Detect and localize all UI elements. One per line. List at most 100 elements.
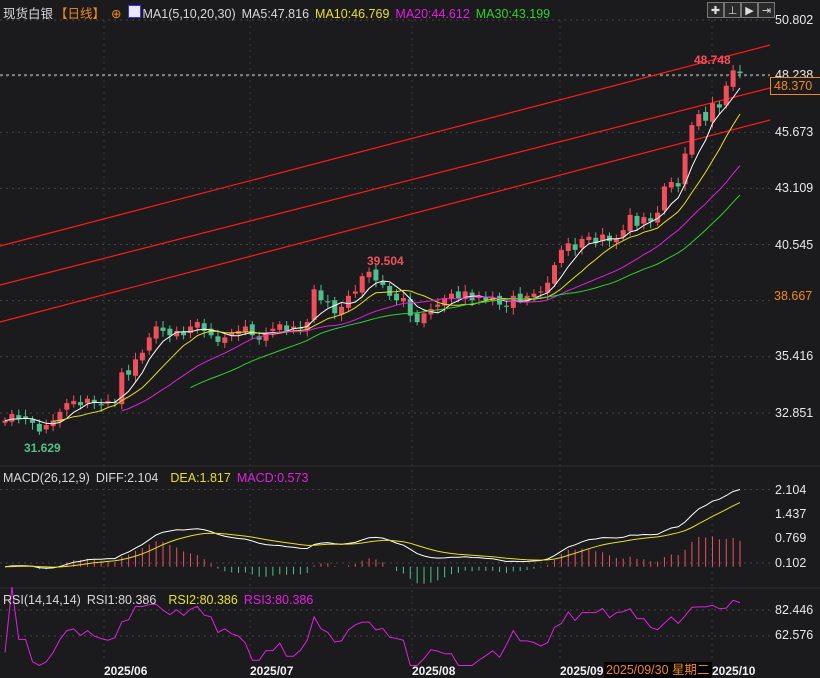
- candle-body: [613, 238, 619, 243]
- candle-body: [71, 400, 77, 405]
- candle-body: [345, 295, 351, 308]
- macd-tick: 0.769: [775, 531, 807, 545]
- candle-body: [153, 326, 159, 339]
- macd-legend: MACD(26,12,9) DIFF:2.104 DEA:1.817 MACD:0.5…: [3, 471, 314, 485]
- candle-body: [703, 111, 709, 121]
- high-price-label: 48.748: [694, 53, 731, 67]
- candle-body: [421, 313, 427, 324]
- candle-body: [675, 183, 681, 187]
- candle-body: [641, 217, 647, 224]
- instrument-name: 现货白银: [3, 7, 54, 21]
- candle-body: [284, 325, 290, 331]
- candle-body: [311, 289, 317, 320]
- candle-body: [64, 403, 70, 410]
- date-label: 2025/09: [560, 664, 604, 678]
- jump-end-icon[interactable]: ⇥: [758, 2, 775, 18]
- add-indicator-icon[interactable]: ⊕: [111, 7, 121, 21]
- ma-title: MA1(5,10,20,30): [142, 7, 236, 21]
- play-forward-icon[interactable]: ▶: [741, 2, 758, 18]
- candle-body: [723, 85, 729, 106]
- indicator-chart-icon[interactable]: [127, 5, 141, 18]
- chart-canvas[interactable]: [0, 0, 820, 678]
- candle-body: [552, 265, 558, 284]
- price-tick: 50.802: [775, 13, 814, 27]
- candle-body: [98, 404, 104, 406]
- candle-body: [270, 328, 276, 331]
- candle-body: [160, 327, 166, 331]
- candle-body: [538, 291, 544, 293]
- candle-body: [43, 425, 49, 430]
- candle-body: [579, 238, 585, 248]
- candle-body: [387, 286, 393, 296]
- candle-body: [606, 235, 612, 242]
- macd-dea: DEA:1.817: [170, 471, 231, 485]
- candle-body: [558, 249, 564, 264]
- candle-body: [9, 414, 15, 422]
- candle-body: [730, 70, 736, 87]
- candle-body: [503, 305, 509, 307]
- macd-tick: 0.102: [775, 556, 807, 570]
- rsi2-value: RSI2:80.386: [168, 593, 238, 607]
- candle-body: [380, 281, 386, 285]
- period-label[interactable]: 【日线】: [55, 7, 105, 21]
- price-tick: 40.545: [775, 238, 814, 252]
- candle-body: [627, 214, 633, 232]
- ma10-value: MA10:46.769: [315, 7, 390, 21]
- range-select-icon[interactable]: ⊥: [724, 2, 741, 18]
- candle-body: [414, 313, 420, 323]
- candle-body: [222, 337, 228, 343]
- candle-body: [668, 182, 674, 188]
- candle-body: [634, 215, 640, 226]
- macd-tick: 2.104: [775, 483, 807, 497]
- candle-body: [167, 328, 173, 336]
- diff-line: [4, 489, 741, 569]
- macd-title: MACD(26,12,9): [3, 471, 90, 485]
- candle-body: [318, 290, 324, 301]
- ma30-value: MA30:43.199: [475, 7, 551, 21]
- candle-body: [133, 359, 139, 376]
- ma20-line: [121, 165, 741, 412]
- ma20-value: MA20:44.612: [395, 7, 470, 21]
- candle-body: [531, 293, 537, 297]
- candle-body: [359, 276, 365, 293]
- candle-body: [16, 415, 22, 419]
- ma5-value: MA5:47.816: [241, 7, 310, 21]
- candle-body: [29, 419, 35, 423]
- candle-body: [572, 244, 578, 250]
- candle-body: [84, 398, 90, 404]
- candle-body: [400, 298, 406, 302]
- crosshair-date-label: 2025/09/30 星期二: [604, 662, 712, 678]
- candle-body: [689, 125, 695, 155]
- candle-body: [394, 293, 400, 301]
- candle-body: [716, 104, 722, 108]
- macd-value: MACD:0.573: [236, 471, 309, 485]
- main-legend: 现货白银 【日线】 ⊕ MA1(5,10,20,30) MA5:47.816 MA10:4…: [3, 3, 556, 22]
- candle-body: [565, 243, 571, 251]
- candle-body: [737, 71, 743, 74]
- macd-diff: DIFF:2.104: [95, 471, 159, 485]
- trend-line: [0, 119, 771, 323]
- crosshair-icon[interactable]: ✚: [707, 2, 724, 18]
- candle-body: [36, 423, 42, 432]
- rsi-tick: 62.576: [775, 628, 814, 642]
- candle-body: [586, 236, 592, 241]
- date-label: 2025/07: [250, 664, 294, 678]
- candle-body: [325, 301, 331, 303]
- candle-body: [139, 352, 145, 361]
- candle-body: [366, 271, 372, 278]
- candle-body: [455, 291, 461, 299]
- macd-tick: 1.437: [775, 507, 807, 521]
- candle-body: [126, 370, 132, 375]
- candle-body: [435, 304, 441, 307]
- price-tick: 45.673: [775, 125, 814, 139]
- candle-body: [194, 322, 200, 328]
- candle-body: [710, 103, 716, 122]
- peak-price-label: 39.504: [367, 254, 404, 268]
- candle-body: [661, 186, 667, 211]
- candle-body: [373, 269, 379, 281]
- current-price-label: 48.370: [770, 77, 820, 95]
- candle-body: [696, 114, 702, 127]
- low-price-label: 31.629: [24, 441, 61, 455]
- date-label: 2025/10: [712, 664, 756, 678]
- candle-body: [352, 291, 358, 294]
